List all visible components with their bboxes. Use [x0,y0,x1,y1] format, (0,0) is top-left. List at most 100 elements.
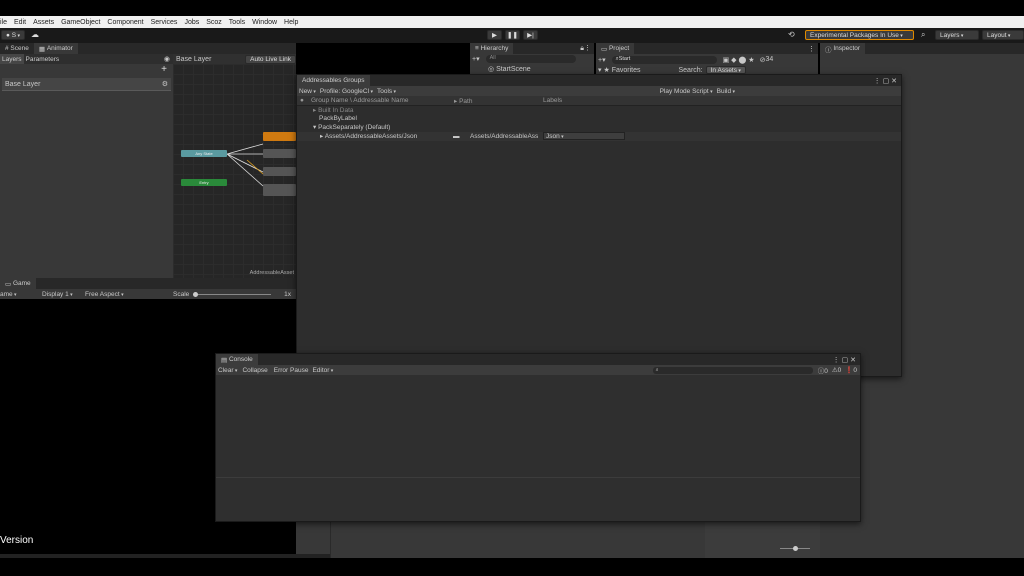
step-button[interactable]: ▶| [523,30,538,40]
menu-tools[interactable]: Tools [229,19,245,26]
console-window: ▤ Console ⋮ ▢ ✕ Clear Collapse Error Pau… [215,353,861,522]
lock-icon[interactable]: 🔒︎⋮ [580,44,591,53]
collapse-toggle[interactable]: Collapse [242,367,267,374]
add-icon[interactable]: +▾ [472,55,480,63]
project-menu-icon[interactable]: ⋮ [808,45,815,53]
window-controls-icon[interactable]: ⋮ ▢ ✕ [874,77,897,85]
animator-graph[interactable]: Base Layer Auto Live Link Any State Entr… [173,54,296,278]
console-window-controls-icon[interactable]: ⋮ ▢ ✕ [833,356,856,364]
history-icon[interactable]: ⟲ [788,30,795,39]
group-row-packbylabel[interactable]: PackByLabel [297,115,901,124]
experimental-packages-button[interactable]: Experimental Packages In Use [805,30,914,40]
hierarchy-item-label: StartScene [496,65,531,73]
menu-assets[interactable]: Assets [33,19,54,26]
scale-slider-thumb[interactable] [193,291,199,297]
pause-button[interactable]: ❚❚ [505,30,520,40]
layout-dropdown[interactable]: Layout [982,30,1024,40]
entry-label-dropdown[interactable]: Json [543,132,625,140]
addressables-tab[interactable]: Addressables Groups [297,75,370,86]
new-dropdown[interactable]: New [299,88,316,95]
col-name-header[interactable]: Group Name \ Addressable Name [311,97,454,104]
project-add-icon[interactable]: +▾ [598,56,606,64]
console-splitter[interactable] [216,477,860,478]
layer-item-base[interactable]: Base Layer ⚙ [2,78,171,91]
build-dropdown[interactable]: Build [717,88,735,95]
menu-scoz[interactable]: Scoz [206,19,222,26]
console-search-input[interactable]: ⌕ [652,366,813,374]
entry-row-json[interactable]: ▸ Assets/AddressableAssets/Json ▬ Assets… [297,131,901,141]
auto-live-link-button[interactable]: Auto Live Link [245,54,296,64]
search-scope-label: Search: [678,66,703,74]
menu-help[interactable]: Help [284,19,298,26]
clear-button[interactable]: Clear [218,367,237,374]
scale-slider[interactable] [193,291,272,297]
cloud-icon[interactable]: ☁ [31,30,39,39]
warning-count[interactable]: ⚠0 [832,366,841,374]
display-dropdown[interactable]: Display 1 [42,291,85,298]
game-mode-dropdown[interactable]: ame [0,291,42,298]
project-search-value: Start [618,55,631,62]
play-button[interactable]: ▶ [487,30,502,40]
project-filter-icons[interactable]: ▣ ◆ ⬤ ★ [723,56,755,64]
info-count-value: 0 [824,368,828,375]
aspect-dropdown[interactable]: Free Aspect [85,291,173,298]
editor-dropdown[interactable]: Editor [312,367,333,374]
inspector-tabbar: ⓘ Inspector [820,43,1024,54]
node-default-state[interactable] [263,132,296,141]
search-glass-icon: ⌕ [655,366,659,373]
profile-dropdown[interactable]: Profile: GoogleCl [320,88,373,95]
group-row-builtin[interactable]: ▸ Built In Data [297,106,901,115]
play-icon: ▶ [492,32,497,39]
hierarchy-panel: ≡ Hierarchy 🔒︎⋮ +▾ All ◎ StartScene [470,43,594,78]
menu-component[interactable]: Component [107,19,143,26]
console-titlebar: ▤ Console ⋮ ▢ ✕ [216,354,860,365]
favorites-label[interactable]: Favorites [612,67,641,74]
menu-window[interactable]: Window [252,19,277,26]
menu-services[interactable]: Services [151,19,178,26]
settings-gear-icon[interactable]: ⚙ [162,80,168,88]
zoom-slider-thumb[interactable] [793,546,798,551]
add-layer-button[interactable]: + [0,64,173,75]
account-dropdown[interactable]: ● S [1,30,25,40]
console-tab[interactable]: ▤ Console [216,354,258,365]
menu-file[interactable]: ile [0,19,7,26]
node-state-4[interactable] [263,184,296,196]
addressables-groups-window: Addressables Groups ⋮ ▢ ✕ New Profile: G… [296,74,902,377]
group-row-packseparately[interactable]: ▾ PackSeparately (Default) [297,123,901,132]
menu-jobs[interactable]: Jobs [184,19,199,26]
tab-project[interactable]: ▭ Project [596,43,635,54]
col-path-header[interactable]: ▸ Path [454,97,543,105]
tab-game-label: Game [12,280,31,287]
tab-animator[interactable]: ▦ Animator [33,43,78,54]
tab-layers[interactable]: Layers [0,54,24,64]
menu-edit[interactable]: Edit [14,19,26,26]
hierarchy-search-input[interactable]: All [485,55,576,63]
error-pause-toggle[interactable]: Error Pause [274,367,309,374]
tab-project-label: Project [608,45,630,52]
search-icon[interactable]: ⌕ [921,30,925,40]
node-state-3[interactable] [263,167,296,176]
tab-inspector[interactable]: ⓘ Inspector [820,43,866,54]
menu-gameobject[interactable]: GameObject [61,19,100,26]
node-any-state[interactable]: Any State [181,150,227,157]
play-mode-script-dropdown[interactable]: Play Mode Script [660,88,713,95]
tab-hierarchy[interactable]: ≡ Hierarchy [470,43,514,54]
info-count[interactable]: ⓘ0 [818,365,828,375]
project-search-input[interactable]: ⌕Start [611,55,717,64]
error-count[interactable]: ❗0 [845,366,857,374]
layers-dropdown[interactable]: Layers [935,30,979,40]
node-state-2[interactable] [263,149,296,158]
node-entry[interactable]: Entry [181,179,227,186]
hierarchy-item-startscene[interactable]: ◎ StartScene [470,64,594,74]
search-scope-dropdown[interactable]: In Assets [705,66,746,74]
tab-scene[interactable]: # Scene [0,43,34,54]
eye-icon[interactable]: ◉ [164,55,170,63]
col-labels-header[interactable]: Labels [543,97,562,104]
tab-parameters[interactable]: Parameters [24,54,62,64]
tab-game[interactable]: ▭ Game [0,278,36,289]
favorites-star-icon: ▾ ★ [598,67,612,74]
tools-dropdown[interactable]: Tools [377,88,396,95]
breadcrumb[interactable]: Base Layer [176,56,211,63]
warning-count-value: 0 [837,367,842,374]
animator-panel: # Scene ▦ Animator Layers Parameters ◉ +… [0,43,296,278]
